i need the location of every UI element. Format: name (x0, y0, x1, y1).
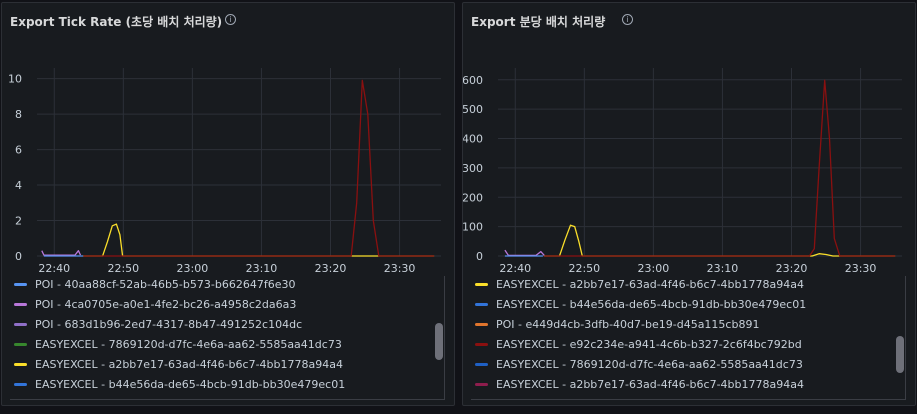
legend-label: POI - 40aa88cf-52ab-46b5-b573-b662647f6e… (35, 277, 296, 291)
x-tick-label: 23:00 (177, 262, 209, 275)
y-tick-label: 0 (15, 250, 22, 263)
legend-item[interactable]: EASYEXCEL - a2bb7e17-63ad-4f46-b6c7-4bb1… (475, 277, 804, 291)
legend-label: EASYEXCEL - b44e56da-de65-4bcb-91db-bb30… (35, 377, 346, 391)
x-tick-label: 23:20 (776, 262, 808, 275)
x-tick-label: 22:50 (107, 262, 139, 275)
batch-per-minute-chart: 0 100 200 300 400 500 600 22:40 22:50 23:00 23:10 2… (463, 68, 902, 275)
legend-label: POI - 4ca0705e-a0e1-4fe2-bc26-a4958c2da6… (35, 297, 297, 311)
info-icon[interactable]: i (622, 14, 633, 25)
y-tick-label: 400 (463, 133, 483, 146)
info-icon[interactable]: i (225, 14, 236, 25)
legend-item[interactable]: EASYEXCEL - 7869120d-d7fc-4e6a-aa62-5585… (475, 357, 803, 371)
legend-swatch (14, 322, 27, 326)
legend-label: POI - e449d4cb-3dfb-40d7-be19-d45a115cb8… (496, 317, 760, 331)
legend-label: EASYEXCEL - e92c234e-a941-4c6b-b327-2c6f… (496, 337, 802, 351)
y-tick-label: 0 (476, 250, 483, 263)
legend-item[interactable]: EASYEXCEL - a2bb7e17-63ad-4f46-b6c7-4bb1… (14, 357, 343, 371)
legend-label: EASYEXCEL - a2bb7e17-63ad-4f46-b6c7-4bb1… (35, 357, 343, 371)
series-line (504, 249, 545, 257)
series-line (83, 79, 435, 257)
legend-swatch (475, 382, 488, 386)
legend-swatch (14, 342, 27, 346)
x-tick-label: 23:30 (845, 262, 877, 275)
legend-label: EASYEXCEL - 7869120d-d7fc-4e6a-aa62-5585… (35, 337, 342, 351)
panel-title: Export Tick Rate (초당 배치 처리량) (10, 15, 223, 29)
y-tick-label: 6 (15, 144, 22, 157)
tick-rate-panel: Export Tick Rate (초당 배치 처리량) i 0 2 4 6 8 10 22… (1, 2, 455, 406)
legend-swatch (14, 302, 27, 306)
legend-label: EASYEXCEL - a2bb7e17-63ad-4f46-b6c7-4bb1… (496, 377, 804, 391)
x-tick-label: 23:00 (638, 262, 670, 275)
legend-swatch (475, 302, 488, 306)
y-tick-label: 100 (463, 221, 483, 234)
legend-swatch (475, 342, 488, 346)
legend-list: POI - 40aa88cf-52ab-46b5-b573-b662647f6e… (10, 276, 446, 401)
x-tick-label: 22:40 (499, 262, 531, 275)
legend-item[interactable]: POI - 683d1b96-2ed7-4317-8b47-491252c104… (14, 317, 302, 331)
legend-label: EASYEXCEL - b44e56da-de65-4bcb-91db-bb30… (496, 297, 807, 311)
y-tick-label: 200 (463, 191, 483, 204)
legend-scrollbar[interactable] (896, 336, 904, 373)
series-line (83, 223, 435, 257)
legend-swatch (475, 362, 488, 366)
y-tick-label: 500 (463, 103, 483, 116)
legend-label: EASYEXCEL - 7869120d-d7fc-4e6a-aa62-5585… (496, 357, 803, 371)
legend-list: EASYEXCEL - a2bb7e17-63ad-4f46-b6c7-4bb1… (471, 276, 907, 401)
legend-swatch (14, 382, 27, 386)
legend-item[interactable]: POI - e449d4cb-3dfb-40d7-be19-d45a115cb8… (475, 317, 759, 331)
y-tick-label: 600 (463, 74, 483, 87)
legend-item[interactable]: POI - 40aa88cf-52ab-46b5-b573-b662647f6e… (14, 277, 295, 291)
x-tick-label: 23:10 (707, 262, 739, 275)
legend-swatch (475, 322, 488, 326)
x-tick-label: 23:20 (315, 262, 347, 275)
series-line (544, 224, 896, 257)
legend-item[interactable]: EASYEXCEL - e92c234e-a941-4c6b-b327-2c6f… (475, 337, 802, 351)
series-line (41, 250, 82, 256)
legend-label: POI - 683d1b96-2ed7-4317-8b47-491252c104… (35, 317, 303, 331)
legend-item[interactable]: EASYEXCEL - b44e56da-de65-4bcb-91db-bb30… (475, 297, 806, 311)
y-tick-label: 8 (15, 108, 22, 121)
legend-item[interactable]: EASYEXCEL - 7869120d-d7fc-4e6a-aa62-5585… (14, 337, 342, 351)
legend-item[interactable]: POI - 4ca0705e-a0e1-4fe2-bc26-a4958c2da6… (14, 297, 296, 311)
legend-swatch (14, 362, 27, 366)
batch-per-minute-panel: Export 분당 배치 처리량 i 0 100 200 300 400 500 600 22… (462, 2, 916, 406)
y-tick-label: 2 (15, 215, 22, 228)
y-tick-label: 300 (463, 162, 483, 175)
legend-label: EASYEXCEL - a2bb7e17-63ad-4f46-b6c7-4bb1… (496, 277, 804, 291)
x-tick-label: 23:30 (384, 262, 416, 275)
y-tick-label: 10 (8, 73, 22, 86)
tick-rate-chart: 0 2 4 6 8 10 22:40 22:50 23:00 23:10 23:20 23:30 (8, 68, 441, 275)
legend-item[interactable]: EASYEXCEL - a2bb7e17-63ad-4f46-b6c7-4bb1… (475, 377, 804, 391)
panel-title: Export 분당 배치 처리량 (471, 15, 606, 29)
x-tick-label: 23:10 (246, 262, 278, 275)
x-tick-label: 22:40 (38, 262, 70, 275)
legend-swatch (14, 282, 27, 286)
legend-scrollbar[interactable] (435, 323, 443, 360)
legend-item[interactable]: EASYEXCEL - b44e56da-de65-4bcb-91db-bb30… (14, 377, 345, 391)
y-tick-label: 4 (15, 179, 22, 192)
x-tick-label: 22:50 (568, 262, 600, 275)
legend-swatch (475, 282, 488, 286)
